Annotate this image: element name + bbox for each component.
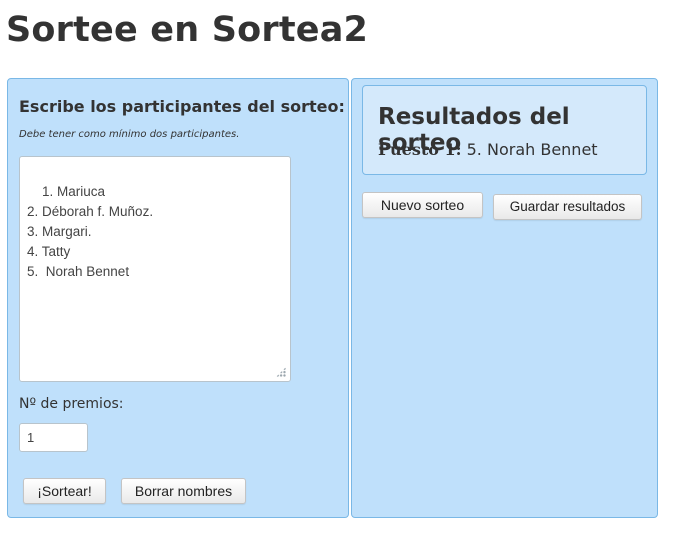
resize-grip-icon[interactable] [276,367,286,377]
prizes-input[interactable]: 1 [19,423,88,452]
results-box: Resultados del sorteo Puesto 1: 5. Norah… [362,85,647,175]
participants-note: Debe tener como mínimo dos participantes… [19,129,240,140]
prizes-label: Nº de premios: [19,396,124,412]
clear-names-button[interactable]: Borrar nombres [121,478,246,504]
draw-button[interactable]: ¡Sortear! [23,478,106,504]
result-place-1: Puesto 1: 5. Norah Bennet [378,140,598,159]
results-panel: Resultados del sorteo Puesto 1: 5. Norah… [351,78,658,518]
participants-text: 1. Mariuca 2. Déborah f. Muñoz. 3. Marga… [27,184,154,279]
result-place-value: 5. Norah Bennet [466,140,598,159]
page-title: Sortee en Sortea2 [6,10,369,50]
new-draw-button[interactable]: Nuevo sorteo [362,192,483,218]
result-place-label: Puesto 1: [378,140,462,159]
participants-heading: Escribe los participantes del sorteo: [19,97,345,116]
participants-textarea[interactable]: 1. Mariuca 2. Déborah f. Muñoz. 3. Marga… [19,156,291,382]
save-results-button[interactable]: Guardar resultados [493,194,642,220]
participants-panel: Escribe los participantes del sorteo: De… [7,78,349,518]
